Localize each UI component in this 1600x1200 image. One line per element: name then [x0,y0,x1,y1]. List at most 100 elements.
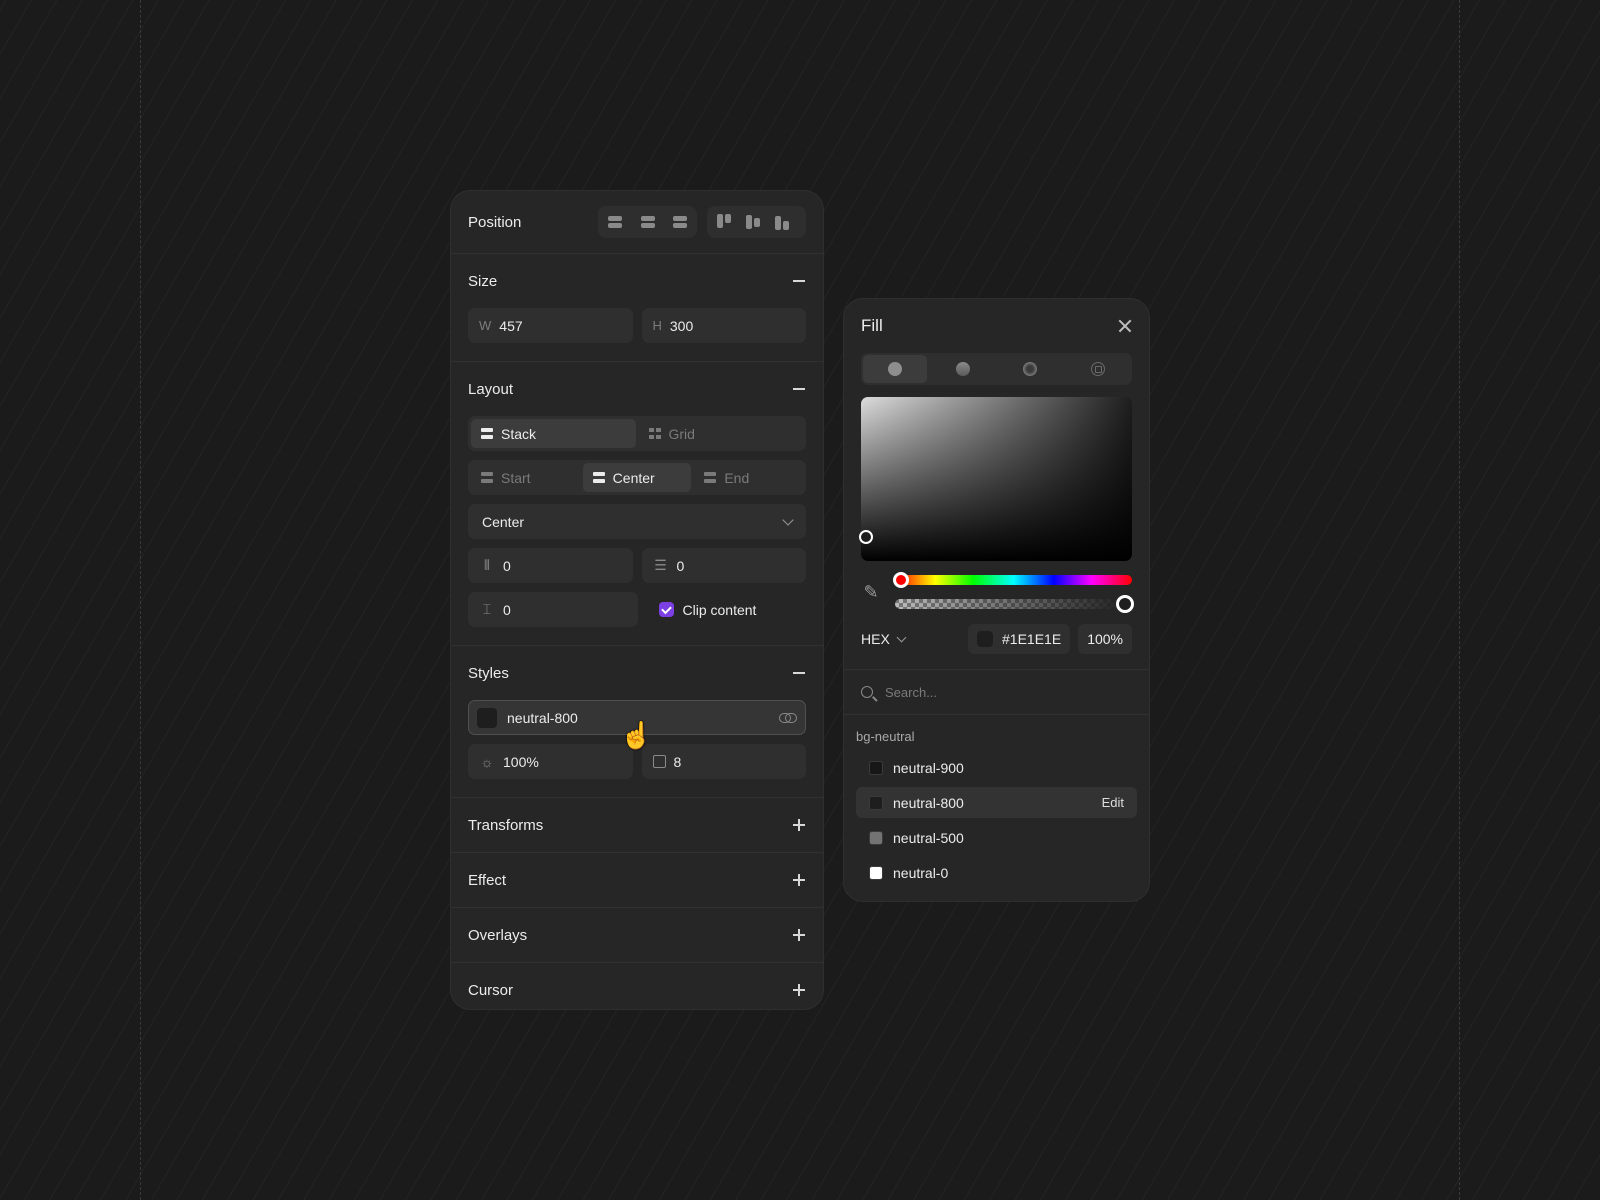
swatch-color [869,760,883,775]
align-end-icon [704,472,717,483]
hex-input[interactable]: #1E1E1E [968,624,1071,654]
layout-stack-option[interactable]: Stack [471,419,636,448]
align-center-label: Center [612,469,655,486]
swatch-item[interactable]: neutral-500 [856,822,1137,853]
align-bottom-icon[interactable] [775,214,796,230]
effect-section[interactable]: Effect [451,853,823,908]
search-icon [861,686,873,698]
expand-cursor-plus-icon[interactable] [792,983,806,997]
padding-icon: ⌶ [482,601,492,617]
expand-overlays-plus-icon[interactable] [792,928,806,942]
layout-grid-option[interactable]: Grid [639,419,804,448]
layout-title: Layout [468,380,514,398]
padding-value: 0 [503,601,511,618]
brightness-icon: ☼ [480,753,494,770]
layout-section: Layout Stack Grid Start Center End Cente… [451,362,823,646]
grid-icon [648,428,661,439]
align-right-icon[interactable] [666,214,687,230]
swatch-item[interactable]: neutral-0 [856,857,1137,888]
fill-opacity-input[interactable]: 100% [1078,624,1132,654]
clip-content-toggle[interactable]: Clip content [647,592,807,627]
align-end-label: End [724,469,750,486]
fill-opacity-value: 100% [1087,631,1123,647]
cursor-title: Cursor [468,981,514,999]
corner-radius-value: 8 [673,753,682,770]
layout-align-toggle: Start Center End [468,460,806,495]
styles-title: Styles [468,664,509,682]
tab-solid[interactable] [863,355,927,383]
close-icon[interactable] [1118,319,1132,333]
transforms-section[interactable]: Transforms [451,798,823,853]
tab-image[interactable] [1066,355,1130,383]
width-input[interactable]: W 457 [468,308,633,343]
link-icon[interactable] [779,712,797,723]
distribution-dropdown[interactable]: Center [468,504,806,539]
checkbox-icon[interactable] [658,602,674,617]
width-label: W [479,318,492,333]
swatch-group-label: bg-neutral [856,729,915,744]
align-center-option[interactable]: Center [582,463,692,492]
opacity-input[interactable]: ☼ 100% [468,744,633,779]
alpha-slider[interactable] [895,595,1134,613]
fill-style-field[interactable]: neutral-800 [468,700,806,735]
expand-transforms-plus-icon[interactable] [792,818,806,832]
align-center-icon[interactable] [637,214,658,230]
swatch-name: neutral-500 [893,829,964,846]
align-left-icon[interactable] [608,214,629,230]
align-start-label: Start [501,469,531,486]
fill-type-tabs [861,353,1132,385]
hex-value: #1E1E1E [1002,631,1062,647]
tab-linear[interactable] [931,355,995,383]
saturation-value-picker[interactable] [859,397,1132,561]
color-picker-handle[interactable] [859,530,873,544]
hue-slider-handle[interactable] [893,572,909,588]
align-middle-icon[interactable] [746,214,767,230]
chevron-down-icon [782,513,794,526]
alignment-toolbar [598,206,806,238]
horizontal-gap-input[interactable]: ⫴ 0 [468,548,633,583]
collapse-size-minus-icon[interactable] [792,274,806,288]
vertical-gap-input[interactable]: ☰ 0 [641,548,806,583]
overlays-section[interactable]: Overlays [451,908,823,963]
properties-panel: Position Size W 457 H 300 Layout Stack G… [450,190,824,1010]
corner-radius-icon [652,755,666,768]
align-top-icon[interactable] [717,214,738,230]
hue-slider[interactable] [893,572,1132,588]
height-value: 300 [669,317,694,334]
color-mode-dropdown[interactable]: HEX [861,631,907,647]
stack-label: Stack [501,425,537,442]
height-label: H [652,318,662,333]
swatch-color [869,865,883,880]
swatch-name: neutral-0 [893,864,949,881]
overlays-title: Overlays [468,926,528,944]
align-start-option[interactable]: Start [471,463,580,492]
width-value: 457 [499,317,523,334]
fill-title: Fill [861,316,883,335]
tab-radial[interactable] [999,355,1063,383]
collapse-layout-minus-icon[interactable] [792,382,806,396]
collapse-styles-minus-icon[interactable] [792,666,806,680]
transforms-title: Transforms [468,816,544,834]
swatch-search-input[interactable]: Search... [844,670,1149,714]
swatch-color [869,830,883,845]
fill-token-name: neutral-800 [507,709,578,726]
expand-effect-plus-icon[interactable] [792,873,806,887]
height-input[interactable]: H 300 [641,308,806,343]
cursor-section[interactable]: Cursor [451,963,823,1009]
stack-icon [481,428,493,439]
grid-label: Grid [668,425,695,442]
swatch-name: neutral-900 [893,759,964,776]
alpha-slider-handle[interactable] [1116,595,1134,613]
padding-input[interactable]: ⌶ 0 [468,592,638,627]
horizontal-gap-icon: ⫴ [484,557,490,573]
swatch-item[interactable]: neutral-900 [856,752,1137,783]
edit-swatch-button[interactable]: Edit [1102,795,1124,810]
distribution-value: Center [482,513,525,530]
fill-swatch [477,707,497,728]
swatch-item[interactable]: neutral-800 Edit [856,787,1137,818]
hex-swatch [977,631,994,647]
align-start-icon [481,472,493,483]
align-end-option[interactable]: End [694,463,803,492]
corner-radius-input[interactable]: 8 [641,744,806,779]
eyedropper-icon[interactable]: ✎ [861,582,881,602]
